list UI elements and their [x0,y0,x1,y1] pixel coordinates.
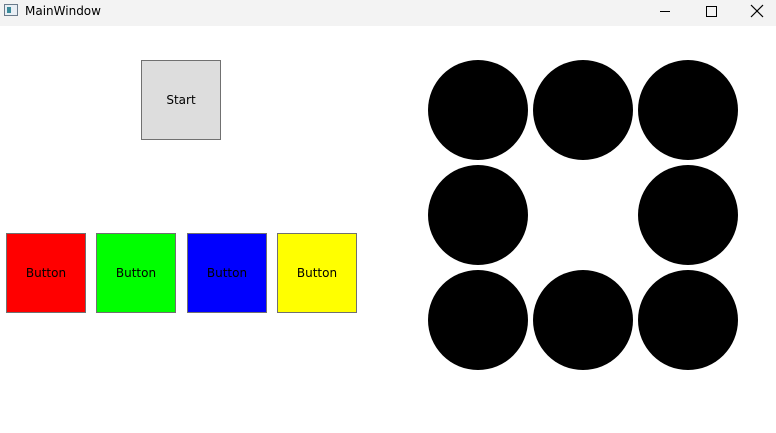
circle-6 [638,165,738,265]
maximize-button[interactable] [688,0,734,22]
minimize-icon [660,10,670,12]
circle-3 [638,60,738,160]
circle-1 [428,60,528,160]
start-button[interactable]: Start [141,60,221,140]
circle-2 [533,60,633,160]
yellow-button[interactable]: Button [277,233,357,313]
minimize-button[interactable] [642,0,688,22]
close-icon [750,4,764,18]
close-button[interactable] [734,0,776,22]
window-title: MainWindow [25,4,101,18]
circle-9 [638,270,738,370]
app-window-icon [4,4,18,16]
maximize-icon [705,5,717,17]
green-button[interactable]: Button [96,233,176,313]
circle-7 [428,270,528,370]
blue-button[interactable]: Button [187,233,267,313]
red-button[interactable]: Button [6,233,86,313]
circle-4 [428,165,528,265]
circle-8 [533,270,633,370]
title-bar[interactable]: MainWindow [0,0,776,26]
